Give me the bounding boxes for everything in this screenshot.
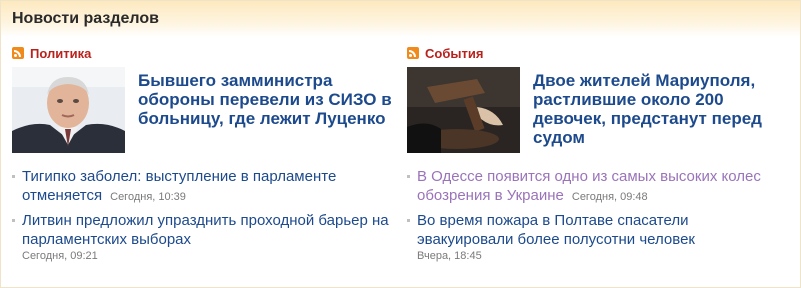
feature-headline-events[interactable]: Двое жителей Мариуполя, растлившие около… [533,71,787,155]
events-news-list: В Одессе появится одно из самых высоких … [407,167,787,263]
widget-title: Новости разделов [12,10,159,27]
news-sections-widget: Новости разделов Политика Бывшего заммин… [0,0,801,288]
list-item[interactable]: Тигипко заболел: выступление в парламент… [12,167,392,205]
featured-story-events[interactable]: Двое жителей Мариуполя, растлившие около… [407,67,787,155]
politics-column: Политика Бывшего замминистра обороны пер… [12,45,392,269]
list-item[interactable]: Во время пожара в Полтаве спасатели эвак… [407,211,787,263]
section-header-politics: Политика [12,45,392,61]
featured-story-politics[interactable]: Бывшего замминистра обороны перевели из … [12,67,392,155]
section-header-events: События [407,45,787,61]
list-item[interactable]: Литвин предложил упразднить проходной ба… [12,211,392,263]
news-time: Сегодня, 09:21 [22,250,98,262]
politics-news-list: Тигипко заболел: выступление в парламент… [12,167,392,263]
feature-photo-politics[interactable] [12,67,125,153]
widget-header: Новости разделов [1,1,800,37]
section-link-events[interactable]: События [425,46,483,61]
feature-photo-events[interactable] [407,67,520,153]
news-link[interactable]: Во время пожара в Полтаве спасатели эвак… [417,212,695,248]
feature-headline-politics[interactable]: Бывшего замминистра обороны перевели из … [138,71,392,155]
rss-icon[interactable] [12,47,24,59]
list-item[interactable]: В Одессе появится одно из самых высоких … [407,167,787,205]
news-link[interactable]: Литвин предложил упразднить проходной ба… [22,212,389,248]
section-link-politics[interactable]: Политика [30,46,91,61]
news-time: Вчера, 18:45 [417,250,482,262]
rss-icon[interactable] [407,47,419,59]
news-time: Сегодня, 10:39 [110,191,186,203]
news-time: Сегодня, 09:48 [571,191,648,203]
events-column: События Двое жителей Мариуполя, растливш… [407,45,787,269]
